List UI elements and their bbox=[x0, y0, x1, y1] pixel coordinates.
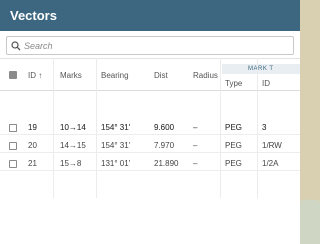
table-rows-overlay: 19 10→14 154° 31' 9.600 – PEG 3 bbox=[0, 0, 300, 244]
row-checkbox[interactable] bbox=[9, 124, 17, 132]
cell-id: 19 bbox=[28, 123, 37, 132]
cell-type[interactable]: PEG bbox=[225, 123, 242, 132]
table-row[interactable]: 19 10→14 154° 31' 9.600 – PEG 3 bbox=[0, 121, 300, 135]
cell-mark-id[interactable]: 3 bbox=[262, 123, 266, 132]
cell-marks[interactable]: 10→14 bbox=[60, 123, 86, 132]
cell-bearing[interactable]: 154° 31' bbox=[101, 123, 130, 132]
cell-dist[interactable]: 9.600 bbox=[154, 123, 174, 132]
cell-radius[interactable]: – bbox=[193, 123, 197, 132]
